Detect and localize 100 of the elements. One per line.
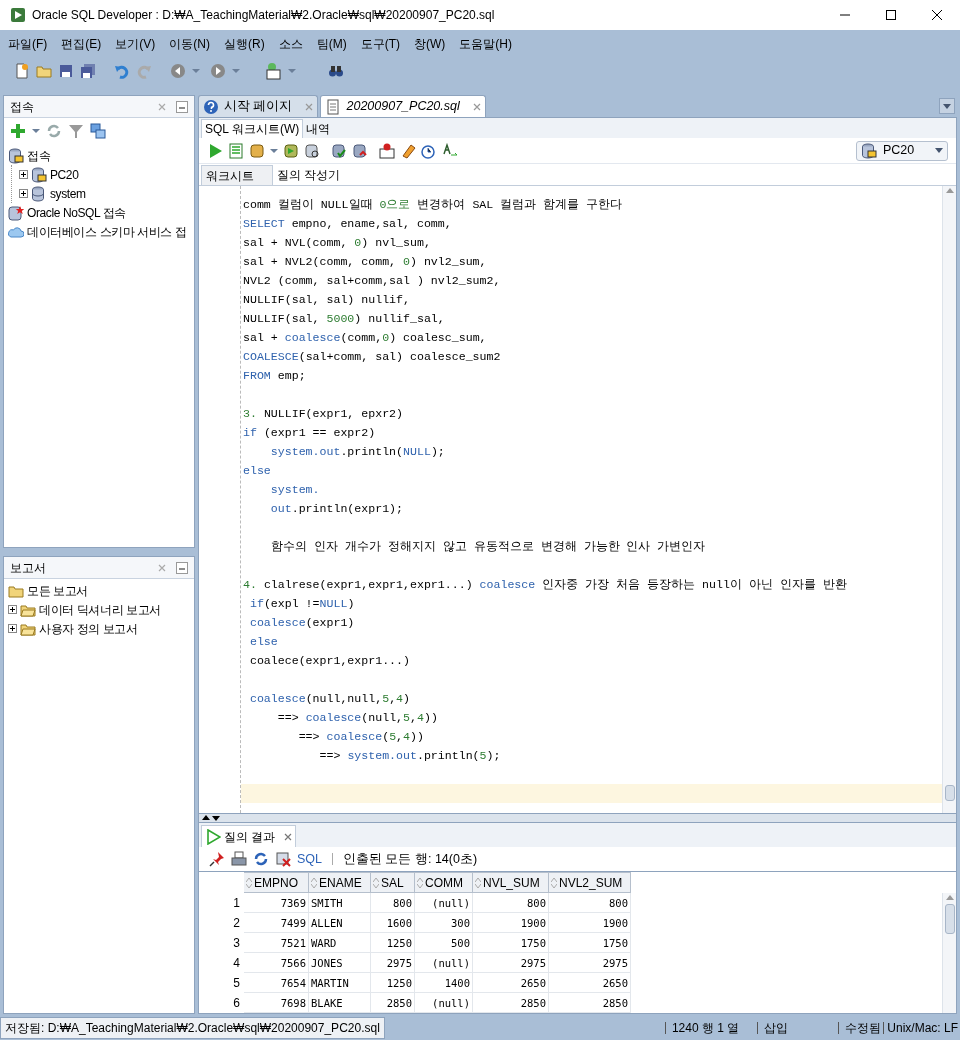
code-line: coalesce(null,null,5,4) [248, 690, 412, 707]
caret-icon[interactable] [192, 68, 200, 74]
row-number: 3 [232, 935, 241, 952]
worksheet-tab[interactable]: 워크시트 [201, 165, 273, 185]
commit-icon[interactable] [331, 142, 347, 159]
scrollbar[interactable] [942, 186, 956, 813]
window-title: Oracle SQL Developer : D:₩A_TeachingMaterial₩2.Oracle₩sql₩20200907_PC20.sql [32, 7, 496, 24]
code-line: 3. NULLIF(expr1, epxr2) [242, 405, 405, 422]
binoculars-icon[interactable] [328, 63, 344, 79]
connection-select[interactable]: PC20 [856, 140, 948, 161]
refresh-icon[interactable] [253, 851, 269, 867]
menu-item[interactable]: 도구(T) [360, 35, 400, 53]
code-line: else [248, 633, 279, 650]
code-line: coalece(expr1,expr1...) [248, 652, 411, 669]
sql-worksheet-icon[interactable] [264, 62, 282, 80]
history-icon[interactable] [421, 142, 437, 159]
autotrace-icon[interactable] [304, 142, 320, 159]
editor-tab[interactable]: 시작 페이지 [198, 95, 319, 117]
eraser-icon[interactable] [400, 142, 416, 159]
tree-item[interactable]: system [50, 184, 86, 203]
column-header[interactable]: NVL_SUM [473, 872, 549, 893]
minimize-icon[interactable] [176, 100, 188, 113]
scroll-up-icon[interactable] [945, 895, 954, 900]
results-tab[interactable]: 질의 결과 [201, 825, 297, 847]
scrollbar[interactable] [942, 893, 956, 1013]
caret-icon[interactable] [288, 68, 296, 74]
print-icon[interactable] [231, 851, 247, 867]
tree-item[interactable]: Oracle NoSQL 접속 [27, 203, 126, 222]
menu-item[interactable]: 보기(V) [115, 35, 156, 53]
editor-tab[interactable]: 20200907_PC20.sql [320, 95, 486, 117]
table-cell: 7369 [244, 893, 309, 913]
table-cell: 7566 [244, 953, 309, 973]
menu-item[interactable]: 파일(F) [8, 35, 48, 53]
menu-item[interactable]: 편집(E) [61, 35, 102, 53]
run-icon[interactable] [207, 142, 223, 159]
code-line: FROM emp; [242, 367, 307, 384]
sub-tab[interactable]: 내역 [303, 119, 334, 138]
add-icon[interactable] [10, 123, 26, 139]
explain-plan-icon[interactable] [283, 142, 299, 159]
table-cell: 1250 [371, 933, 415, 953]
caret-icon[interactable] [232, 68, 240, 74]
back-icon[interactable] [170, 63, 186, 79]
minimize-icon[interactable] [176, 561, 188, 574]
expand-icon[interactable] [8, 624, 17, 633]
tab-list-button[interactable] [939, 98, 955, 114]
modified-status: 수정됨 [838, 1022, 884, 1034]
scroll-thumb[interactable] [944, 904, 955, 934]
code-line: sal + NVL(comm, 0) nvl_sum, [242, 234, 432, 251]
expand-icon[interactable] [8, 605, 17, 614]
save-icon[interactable] [58, 63, 74, 79]
code-line: else [242, 462, 272, 479]
redo-icon [136, 63, 152, 79]
save-all-icon[interactable] [80, 63, 96, 79]
menu-item[interactable]: 소스 [278, 35, 303, 53]
column-header[interactable]: EMPNO [244, 872, 309, 893]
scroll-thumb[interactable] [944, 785, 955, 801]
row-number: 6 [232, 995, 241, 1012]
pin-icon[interactable] [209, 851, 225, 867]
caret-icon[interactable] [270, 147, 278, 154]
table-cell: 7654 [244, 973, 309, 993]
expand-icon[interactable] [19, 189, 28, 198]
schema-browser-icon[interactable] [90, 123, 106, 139]
table-cell: 2650 [473, 973, 549, 993]
tree-item[interactable]: 접속 [27, 146, 51, 165]
forward-icon[interactable] [210, 63, 226, 79]
code-line: 4. clalrese(expr1,expr1,expr1...) coalesce 인자중 가장 처음 등장하는 null이 아닌 인자를 반환 [242, 576, 848, 593]
maximize-icon[interactable] [886, 10, 896, 20]
menu-item[interactable]: 실행(R) [224, 35, 265, 53]
tree-item[interactable]: 모든 보고서 [27, 581, 88, 600]
worksheet-tab[interactable]: 질의 작성기 [273, 165, 345, 185]
table-cell: (null) [415, 993, 473, 1013]
open-folder-icon[interactable] [36, 63, 52, 79]
menu-item[interactable]: 팀(M) [316, 35, 347, 53]
tree-item[interactable]: 사용자 정의 보고서 [39, 619, 138, 638]
column-header[interactable]: NVL2_SUM [549, 872, 631, 893]
code-line: ==> coalesce(null,5,4)) [276, 709, 439, 726]
caret-icon[interactable] [32, 128, 40, 134]
new-file-icon[interactable] [14, 63, 30, 79]
rollback-icon[interactable] [352, 142, 368, 159]
sub-tab[interactable]: SQL 워크시트(W) [201, 119, 304, 138]
scroll-up-icon[interactable] [945, 188, 954, 193]
splitter-arrows-icon[interactable] [201, 814, 223, 822]
menu-item[interactable]: 창(W) [414, 35, 446, 53]
tree-item[interactable]: 데이터 딕셔너리 보고서 [39, 600, 161, 619]
menu-item[interactable]: 도움말(H) [459, 35, 512, 53]
format-case-icon[interactable] [442, 142, 458, 159]
run-script-icon[interactable] [228, 142, 244, 159]
column-header[interactable]: SAL [371, 872, 415, 893]
column-header[interactable]: COMM [415, 872, 473, 893]
undo-icon[interactable] [114, 63, 130, 79]
sql-tuning-icon[interactable] [379, 142, 395, 159]
code-line: if(expl !=NULL) [248, 595, 356, 612]
close-icon[interactable] [932, 10, 942, 20]
cancel-icon[interactable] [275, 851, 291, 867]
tree-item[interactable]: PC20 [50, 165, 79, 184]
tree-item[interactable]: 데이터베이스 스키마 서비스 접 [27, 222, 187, 241]
column-header[interactable]: ENAME [309, 872, 371, 893]
sql-link[interactable]: SQL [297, 849, 322, 869]
menu-item[interactable]: 이동(N) [169, 35, 210, 53]
expand-icon[interactable] [19, 170, 28, 179]
